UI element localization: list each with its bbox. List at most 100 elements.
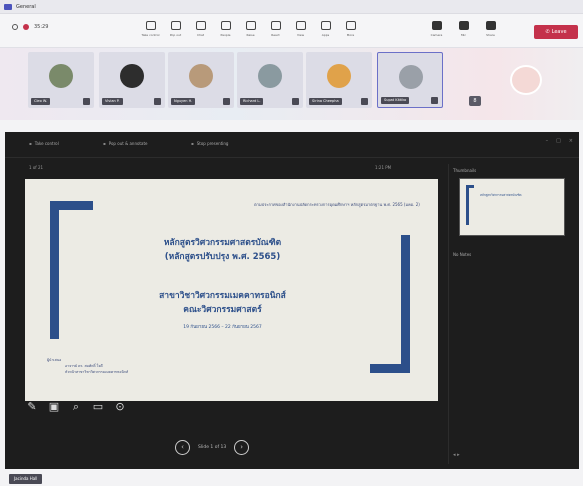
slide-title-department: สาขาวิชาวิศวกรรมเมคคาทรอนิกส์ คณะวิศวกรร… [105, 289, 340, 317]
apps-icon [320, 21, 331, 30]
stage-toolbar: Take control Pop out & annotate Stop pre… [5, 132, 579, 158]
maximize-icon[interactable]: □ [556, 138, 561, 144]
meeting-timer: 35:29 [34, 24, 49, 30]
share-icon [485, 21, 496, 30]
toolbar-button-view[interactable]: View [290, 19, 311, 45]
annotation-tools: ✎ ▣ ⌕ ▭ ⊙ [25, 400, 127, 414]
title-bar: General [0, 0, 583, 14]
slide-counter: 1 of 21 [29, 165, 44, 170]
mic-off-icon [361, 98, 368, 105]
participant-tile[interactable]: Sirina Cheepha [306, 52, 372, 108]
window-title: General [16, 3, 36, 10]
take-control-button[interactable]: Take control [29, 141, 59, 146]
participant-tile[interactable]: Nguyen H. [168, 52, 234, 108]
slide-title-line: สาขาวิชาวิศวกรรมเมคคาทรอนิกส์ [159, 291, 286, 301]
slide-title-line: (หลักสูตรปรับปรุง พ.ศ. 2565) [164, 252, 281, 262]
mic-icon [458, 21, 469, 30]
next-slide-button[interactable]: › [234, 440, 250, 455]
spacer [0, 120, 583, 132]
slide-decor-bracket-left [50, 201, 93, 339]
toolbar-button-raise[interactable]: Raise [240, 19, 261, 45]
select-icon[interactable]: ▣ [47, 400, 61, 414]
minimize-icon[interactable]: – [546, 138, 549, 144]
participant-tile-active-speaker[interactable]: Supat Kittiko [377, 52, 443, 108]
toolbar-button-more[interactable]: More [340, 19, 361, 45]
toolbar-button-take-control[interactable]: Take control [140, 19, 161, 45]
leave-label: Leave [551, 29, 567, 35]
avatar [49, 64, 73, 88]
slide-presenter: ผู้นำเสนอ อาจารย์ ดร. สมศักดิ์ ใจดี หัวห… [47, 357, 207, 375]
toolbar-label: Camera [430, 33, 443, 37]
pop-out-annotate-button[interactable]: Pop out & annotate [103, 141, 148, 146]
toolbar-label: People [220, 33, 231, 37]
thumbnail-decor [466, 185, 474, 225]
more-options-icon[interactable]: ⊙ [113, 400, 127, 414]
thumbnail-text: หลักสูตรวิศวกรรมศาสตรบัณฑิต [480, 193, 522, 197]
meeting-status: 35:29 [12, 24, 48, 30]
participant-name: Vivian P. [102, 98, 123, 105]
overflow-participants-count[interactable]: 8 [469, 96, 481, 106]
mic-off-icon [431, 97, 438, 104]
chat-icon [195, 21, 206, 30]
slide-decor-bracket-right [370, 235, 410, 373]
presentation-slide: ตามประกาศของสำนักงานปลัดกระทรวงการอุดมศึ… [25, 179, 438, 401]
screen-icon[interactable]: ▭ [91, 400, 105, 414]
participant-tile[interactable]: Richard L. [237, 52, 303, 108]
mic-button[interactable]: Mic [453, 19, 474, 45]
toolbar-button-react[interactable]: React [265, 19, 286, 45]
shield-icon[interactable] [12, 24, 18, 30]
toolbar-label: Raise [246, 33, 255, 37]
toolbar-label: Chat [196, 33, 204, 37]
slide-thumbnail[interactable]: หลักสูตรวิศวกรรมศาสตรบัณฑิต [459, 178, 565, 236]
panel-nav-arrows[interactable]: ◂ ▸ [453, 452, 460, 458]
toolbar-label: React [271, 33, 280, 37]
avatar [258, 64, 282, 88]
participant-tile[interactable]: Cleo W. [28, 52, 94, 108]
screen-icon [145, 21, 156, 30]
slide-title-line: หลักสูตรวิศวกรรมศาสตรบัณฑิต [163, 238, 282, 248]
stop-presenting-button[interactable]: Stop presenting [191, 141, 229, 146]
toolbar-label: Share [486, 33, 495, 37]
zoom-icon[interactable]: ⌕ [69, 400, 83, 414]
participant-name: Sirina Cheepha [309, 98, 342, 105]
people-icon [220, 21, 231, 30]
toolbar-label: Apps [321, 33, 330, 37]
toolbar-device-controls: Camera Mic Share [426, 19, 501, 45]
thumbnails-title: Thumbnails [453, 168, 477, 173]
more-icon [345, 21, 356, 30]
toolbar-label: Pop out [169, 33, 182, 37]
hand-icon [245, 21, 256, 30]
shared-content-stage: Take control Pop out & annotate Stop pre… [5, 132, 579, 469]
close-icon[interactable]: × [569, 138, 573, 144]
self-view-avatar[interactable] [510, 65, 542, 95]
slide-clock: 1:21 PM [375, 165, 392, 170]
previous-slide-button[interactable]: ‹ [175, 440, 190, 455]
bottom-bar: Jacinda Hall [0, 469, 583, 486]
avatar [327, 64, 351, 88]
participant-strip: Cleo W. Vivian P. Nguyen H. Richard L. S… [0, 48, 583, 120]
toolbar-button-chat[interactable]: Chat [190, 19, 211, 45]
camera-button[interactable]: Camera [426, 19, 447, 45]
avatar [399, 65, 423, 89]
teams-logo-icon [4, 3, 12, 10]
toolbar-button-apps[interactable]: Apps [315, 19, 336, 45]
toolbar-label: More [346, 33, 355, 37]
leave-button[interactable]: ✆ Leave [534, 25, 578, 39]
slide-title-program: หลักสูตรวิศวกรรมศาสตรบัณฑิต (หลักสูตรปรั… [125, 236, 320, 264]
toolbar-button-pop-out[interactable]: Pop out [165, 19, 186, 45]
stage-window-controls: – □ × [546, 138, 573, 144]
toolbar-button-people[interactable]: People [215, 19, 236, 45]
slide-pager: ‹ Slide 1 of 13 › [175, 440, 250, 455]
popout-icon [170, 21, 181, 30]
participant-tile[interactable]: Vivian P. [99, 52, 165, 108]
participant-name: Supat Kittiko [381, 97, 410, 104]
slide-subheader: ตามประกาศของสำนักงานปลัดกระทรวงการอุดมศึ… [254, 202, 420, 207]
avatar [189, 64, 213, 88]
share-button[interactable]: Share [480, 19, 501, 45]
participant-name: Cleo W. [31, 98, 50, 105]
mic-off-icon [223, 98, 230, 105]
recording-icon [23, 24, 29, 30]
mic-off-icon [154, 98, 161, 105]
toolbar-label: Take control [141, 33, 160, 37]
pen-icon[interactable]: ✎ [25, 400, 39, 414]
